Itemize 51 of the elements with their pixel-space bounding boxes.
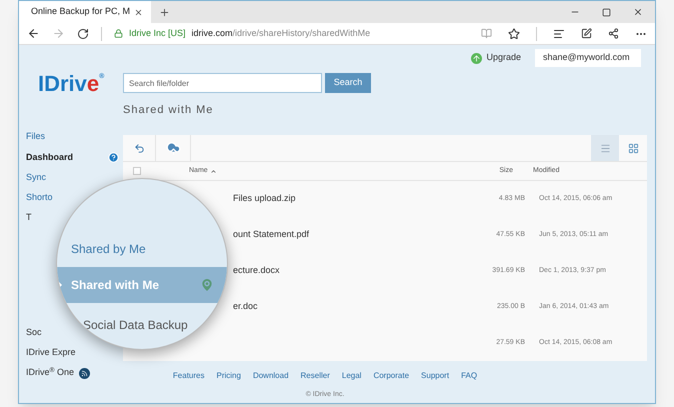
file-name[interactable]: Files upload.zip (233, 193, 296, 204)
hub-icon[interactable] (553, 28, 565, 40)
rss-icon[interactable] (79, 368, 90, 378)
footer-link[interactable]: Pricing (216, 370, 241, 382)
map-pin-icon (199, 277, 215, 293)
footer-link[interactable]: Support (421, 370, 450, 382)
refresh-icon[interactable] (77, 28, 89, 40)
sidebar-item[interactable]: Shorto (26, 191, 53, 205)
upgrade-link[interactable]: Upgrade (486, 51, 521, 65)
footer-link[interactable]: Reseller (300, 370, 330, 382)
share-icon[interactable] (608, 28, 619, 39)
lock-icon (114, 29, 123, 38)
browser-tab[interactable]: Online Backup for PC, M (19, 1, 151, 23)
footer-link[interactable]: Features (172, 370, 204, 382)
footer-link[interactable]: FAQ (461, 370, 478, 382)
tab-title: Online Backup for PC, M (31, 5, 130, 18)
sidebar-item[interactable]: Files (26, 130, 46, 144)
list-icon (600, 142, 610, 154)
help-icon[interactable] (108, 152, 119, 163)
close-icon[interactable] (633, 7, 643, 17)
magnified-menu-item[interactable]: Social Data Backup (83, 307, 188, 343)
account-dropdown[interactable]: shane@myworld.com (535, 49, 641, 67)
new-tab-icon[interactable] (159, 6, 170, 18)
favorite-star-icon[interactable] (508, 28, 520, 40)
sidebar-item[interactable]: T (26, 211, 32, 225)
sort-caret-icon (210, 168, 217, 174)
close-icon[interactable] (134, 8, 144, 16)
back-arrow-icon[interactable] (134, 142, 144, 154)
file-name[interactable]: er.doc (233, 301, 258, 312)
cloud-upload-icon[interactable] (166, 140, 180, 156)
maximize-icon[interactable] (602, 8, 611, 16)
file-name[interactable]: ount Statement.pdf (233, 229, 310, 240)
note-icon[interactable] (581, 28, 592, 39)
footer-link[interactable]: Corporate (373, 370, 410, 382)
magnified-menu-item[interactable]: Shared by Me (71, 231, 146, 267)
sidebar-item[interactable]: Dashboard (26, 150, 74, 164)
page-title: Shared with Me (123, 103, 214, 118)
site-identity: Idrive Inc [US] (129, 26, 186, 40)
footer-link[interactable]: Download (252, 370, 289, 382)
footer-link[interactable]: Legal (342, 370, 362, 382)
back-icon[interactable] (27, 27, 40, 40)
grid-icon (628, 142, 638, 154)
url-text: idrive.com/idrive/shareHistory/sharedWithMe (192, 26, 370, 40)
file-name[interactable]: ecture.docx (233, 265, 280, 276)
search-field[interactable]: Search file/folder (123, 73, 322, 93)
sidebar-item[interactable]: IDrive$^{®}$ One (26, 366, 74, 380)
sidebar-item[interactable]: Sync (26, 171, 46, 185)
sidebar-item[interactable]: Soc (26, 326, 42, 340)
select-all-checkbox[interactable] (133, 167, 141, 175)
address-bar[interactable]: Idrive Inc [US] idrive.com/idrive/shareHistory/sharedWithMe (114, 26, 370, 40)
sidebar-item[interactable]: IDrive Expre (26, 346, 76, 360)
